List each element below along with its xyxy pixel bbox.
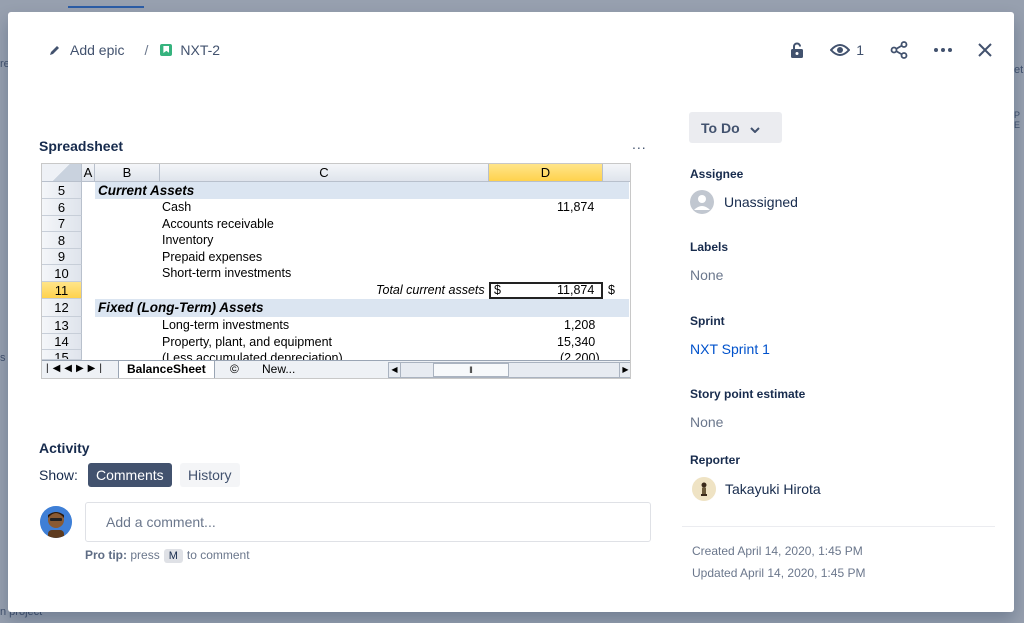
column-header-c[interactable]: C bbox=[160, 164, 489, 182]
story-points-value[interactable]: None bbox=[690, 414, 723, 430]
cell-current-assets[interactable]: Current Assets bbox=[98, 183, 194, 198]
cell-fixed-assets[interactable]: Fixed (Long-Term) Assets bbox=[98, 300, 264, 315]
cell-currency[interactable]: $ bbox=[608, 283, 615, 297]
pro-tip-text: press bbox=[130, 548, 160, 562]
cell-label[interactable]: Inventory bbox=[162, 233, 213, 247]
horizontal-scrollbar[interactable]: ◀ ‖ ▶ bbox=[388, 362, 630, 378]
status-label: To Do bbox=[701, 119, 740, 136]
created-timestamp: Created April 14, 2020, 1:45 PM bbox=[692, 544, 863, 558]
row-header[interactable]: 9 bbox=[42, 249, 82, 265]
add-epic-link[interactable]: Add epic bbox=[70, 42, 124, 58]
more-icon[interactable] bbox=[934, 38, 952, 62]
pro-tip-text: to comment bbox=[186, 548, 250, 562]
sprint-label: Sprint bbox=[690, 314, 725, 328]
column-header-e[interactable] bbox=[603, 164, 630, 182]
column-header-d[interactable]: D bbox=[489, 164, 603, 182]
watch-count: 1 bbox=[856, 42, 864, 58]
chevron-down-icon bbox=[749, 120, 760, 136]
sheet-tab-bar: |◀◀▶▶| BalanceSheet © New... ◀ ‖ ▶ bbox=[42, 360, 630, 378]
unassigned-avatar-icon bbox=[690, 190, 714, 214]
pro-tip-label: Pro tip: bbox=[85, 548, 127, 562]
pencil-icon[interactable] bbox=[48, 43, 62, 57]
scroll-right-icon[interactable]: ▶ bbox=[619, 363, 630, 377]
background-text: s bbox=[0, 352, 6, 364]
eye-icon bbox=[830, 43, 851, 57]
tab-comments[interactable]: Comments bbox=[88, 463, 172, 487]
lock-icon[interactable] bbox=[790, 38, 804, 62]
keyboard-shortcut: M bbox=[163, 549, 183, 563]
row-header[interactable]: 5 bbox=[42, 182, 82, 199]
story-icon bbox=[160, 44, 173, 56]
row-header[interactable]: 13 bbox=[42, 317, 82, 334]
cell-value[interactable]: 15,340 bbox=[557, 335, 595, 349]
cell-total-label[interactable]: Total current assets bbox=[376, 283, 485, 297]
row-header[interactable]: 15 bbox=[42, 350, 82, 360]
reporter-avatar bbox=[692, 477, 716, 501]
activity-title: Activity bbox=[39, 440, 90, 456]
row-header[interactable]: 14 bbox=[42, 334, 82, 350]
sheet-tab-new[interactable]: New... bbox=[262, 362, 295, 376]
header-actions: 1 bbox=[764, 38, 992, 62]
row-header[interactable]: 7 bbox=[42, 216, 82, 232]
story-points-label: Story point estimate bbox=[690, 387, 806, 401]
share-icon[interactable] bbox=[890, 38, 908, 62]
tab-history[interactable]: History bbox=[180, 463, 240, 487]
cell-total-value[interactable]: 11,874 bbox=[557, 283, 594, 297]
cell-label[interactable]: Accounts receivable bbox=[162, 217, 274, 231]
select-all-corner[interactable] bbox=[42, 164, 82, 182]
sheet-nav-arrows-icon[interactable]: |◀◀▶▶| bbox=[46, 363, 106, 374]
breadcrumb-separator: / bbox=[144, 42, 149, 58]
cell-value[interactable]: 1,208 bbox=[564, 318, 595, 332]
issue-modal: Add epic / NXT-2 1 Spreadsheet ... A B C… bbox=[8, 12, 1014, 612]
sheet-tab-copyright[interactable]: © bbox=[230, 362, 239, 376]
spreadsheet-embed[interactable]: A B C D 5 6 7 8 9 10 11 12 13 14 15 Curr… bbox=[41, 163, 631, 379]
reporter-label: Reporter bbox=[690, 453, 741, 467]
reporter-value[interactable]: Takayuki Hirota bbox=[725, 481, 821, 497]
cell-label[interactable]: Cash bbox=[162, 200, 191, 214]
row-header[interactable]: 10 bbox=[42, 265, 82, 282]
row-header[interactable]: 6 bbox=[42, 199, 82, 216]
spreadsheet-title: Spreadsheet bbox=[39, 138, 124, 154]
issue-key-link[interactable]: NXT-2 bbox=[180, 42, 220, 58]
background-text: P E bbox=[1014, 110, 1021, 130]
show-label: Show: bbox=[39, 467, 78, 483]
cell-label[interactable]: Long-term investments bbox=[162, 318, 289, 332]
status-dropdown[interactable]: To Do bbox=[689, 112, 782, 143]
column-header-b[interactable]: B bbox=[95, 164, 160, 182]
sprint-link[interactable]: NXT Sprint 1 bbox=[690, 341, 770, 357]
row-header[interactable]: 11 bbox=[42, 282, 82, 299]
background-tab-indicator bbox=[68, 6, 144, 8]
avatar bbox=[40, 506, 72, 538]
comment-input[interactable]: Add a comment... bbox=[85, 502, 651, 542]
cell-value[interactable]: 11,874 bbox=[557, 200, 594, 214]
pro-tip: Pro tip: press Mto comment bbox=[85, 548, 250, 563]
watch-button[interactable]: 1 bbox=[830, 38, 864, 62]
assignee-value[interactable]: Unassigned bbox=[724, 194, 798, 210]
assignee-label: Assignee bbox=[690, 167, 744, 181]
close-icon[interactable] bbox=[978, 38, 992, 62]
spreadsheet-more-button[interactable]: ... bbox=[632, 136, 647, 152]
scroll-left-icon[interactable]: ◀ bbox=[389, 363, 401, 377]
breadcrumb: Add epic / NXT-2 bbox=[48, 42, 220, 58]
labels-value[interactable]: None bbox=[690, 267, 723, 283]
cell-label[interactable]: Prepaid expenses bbox=[162, 250, 262, 264]
updated-timestamp: Updated April 14, 2020, 1:45 PM bbox=[692, 566, 866, 580]
row-header[interactable]: 12 bbox=[42, 299, 82, 317]
sheet-tab-balancesheet[interactable]: BalanceSheet bbox=[118, 361, 215, 378]
cell-currency[interactable]: $ bbox=[494, 283, 501, 297]
cell-label[interactable]: Short-term investments bbox=[162, 266, 291, 280]
cell-label[interactable]: Property, plant, and equipment bbox=[162, 335, 332, 349]
scroll-thumb[interactable]: ‖ bbox=[433, 363, 509, 377]
column-header-a[interactable]: A bbox=[82, 164, 95, 182]
divider bbox=[682, 526, 995, 527]
labels-label: Labels bbox=[690, 240, 729, 254]
row-header[interactable]: 8 bbox=[42, 232, 82, 249]
background-text: et bbox=[1014, 64, 1024, 76]
